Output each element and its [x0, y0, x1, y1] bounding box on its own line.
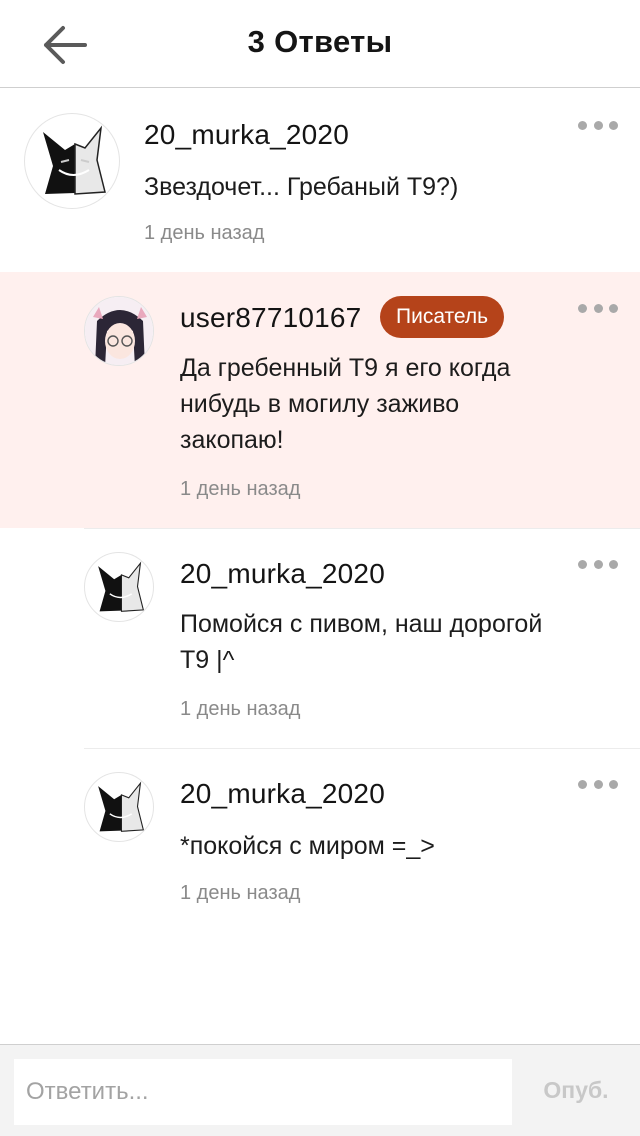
dot-icon: [593, 303, 603, 313]
reply-bar: Опуб.: [0, 1044, 640, 1136]
reply-text-line: Помойся с пивом, наш дорогой: [180, 610, 543, 638]
dot-icon: [609, 120, 618, 130]
reply-time: 1 день назад: [180, 478, 301, 500]
reply-input[interactable]: [14, 1059, 512, 1125]
reply-text-line: *покойся с миром =_>: [180, 832, 435, 860]
dot-icon: [578, 120, 587, 130]
comment-username[interactable]: 20_murka_2020: [144, 119, 349, 151]
reply-text-line: нибудь в могилу заживо: [180, 390, 460, 418]
page-title: 3 Ответы: [247, 24, 393, 59]
reply-text-line: Т9 |^: [180, 646, 235, 674]
reply-text: Да гребенный Т9 я его когда нибудь в мог…: [180, 350, 510, 458]
comment-text: Звездочет... Гребаный Т9?): [144, 173, 459, 201]
reply-text: *покойся с миром =_>: [180, 828, 435, 864]
anime-girl-avatar-image: [85, 297, 153, 365]
more-options-button[interactable]: [578, 298, 618, 318]
dot-icon: [609, 779, 618, 789]
dot-icon: [593, 779, 603, 789]
cat-avatar-image: [98, 561, 145, 612]
role-badge: Писатель: [380, 296, 505, 338]
avatar[interactable]: [24, 113, 120, 209]
publish-button[interactable]: Опуб.: [528, 1077, 624, 1109]
reply-item: 20_murka_2020 *покойся с миром =_> 1 ден…: [0, 748, 640, 933]
dot-icon: [578, 559, 587, 569]
reply-username[interactable]: 20_murka_2020: [180, 778, 385, 810]
reply-text-line: закопаю!: [180, 426, 284, 454]
dot-icon: [593, 120, 603, 130]
reply-item: 20_murka_2020 Помойся с пивом, наш дорог…: [0, 528, 640, 748]
dot-icon: [609, 559, 618, 569]
more-options-button[interactable]: [578, 115, 618, 135]
more-options-button[interactable]: [578, 554, 618, 574]
dot-icon: [578, 779, 587, 789]
reply-text-line: Да гребенный Т9 я его когда: [180, 354, 511, 382]
top-bar: 3 Ответы: [0, 0, 640, 88]
reply-username[interactable]: user87710167: [180, 302, 361, 334]
dot-icon: [578, 303, 587, 313]
cat-avatar-image: [43, 125, 106, 195]
comment-time: 1 день назад: [144, 222, 265, 244]
reply-text: Помойся с пивом, наш дорогой Т9 |^: [180, 606, 542, 678]
root-comment: 20_murka_2020 Звездочет... Гребаный Т9?)…: [0, 89, 640, 272]
avatar[interactable]: [84, 296, 154, 366]
avatar[interactable]: [84, 552, 154, 622]
more-options-button[interactable]: [578, 774, 618, 794]
avatar[interactable]: [84, 772, 154, 842]
reply-time: 1 день назад: [180, 882, 301, 904]
cat-avatar-image: [98, 781, 145, 832]
dot-icon: [593, 559, 603, 569]
reply-username[interactable]: 20_murka_2020: [180, 558, 385, 590]
dot-icon: [609, 303, 618, 313]
reply-item: user87710167 Писатель Да гребенный Т9 я …: [0, 272, 640, 528]
reply-time: 1 день назад: [180, 698, 301, 720]
